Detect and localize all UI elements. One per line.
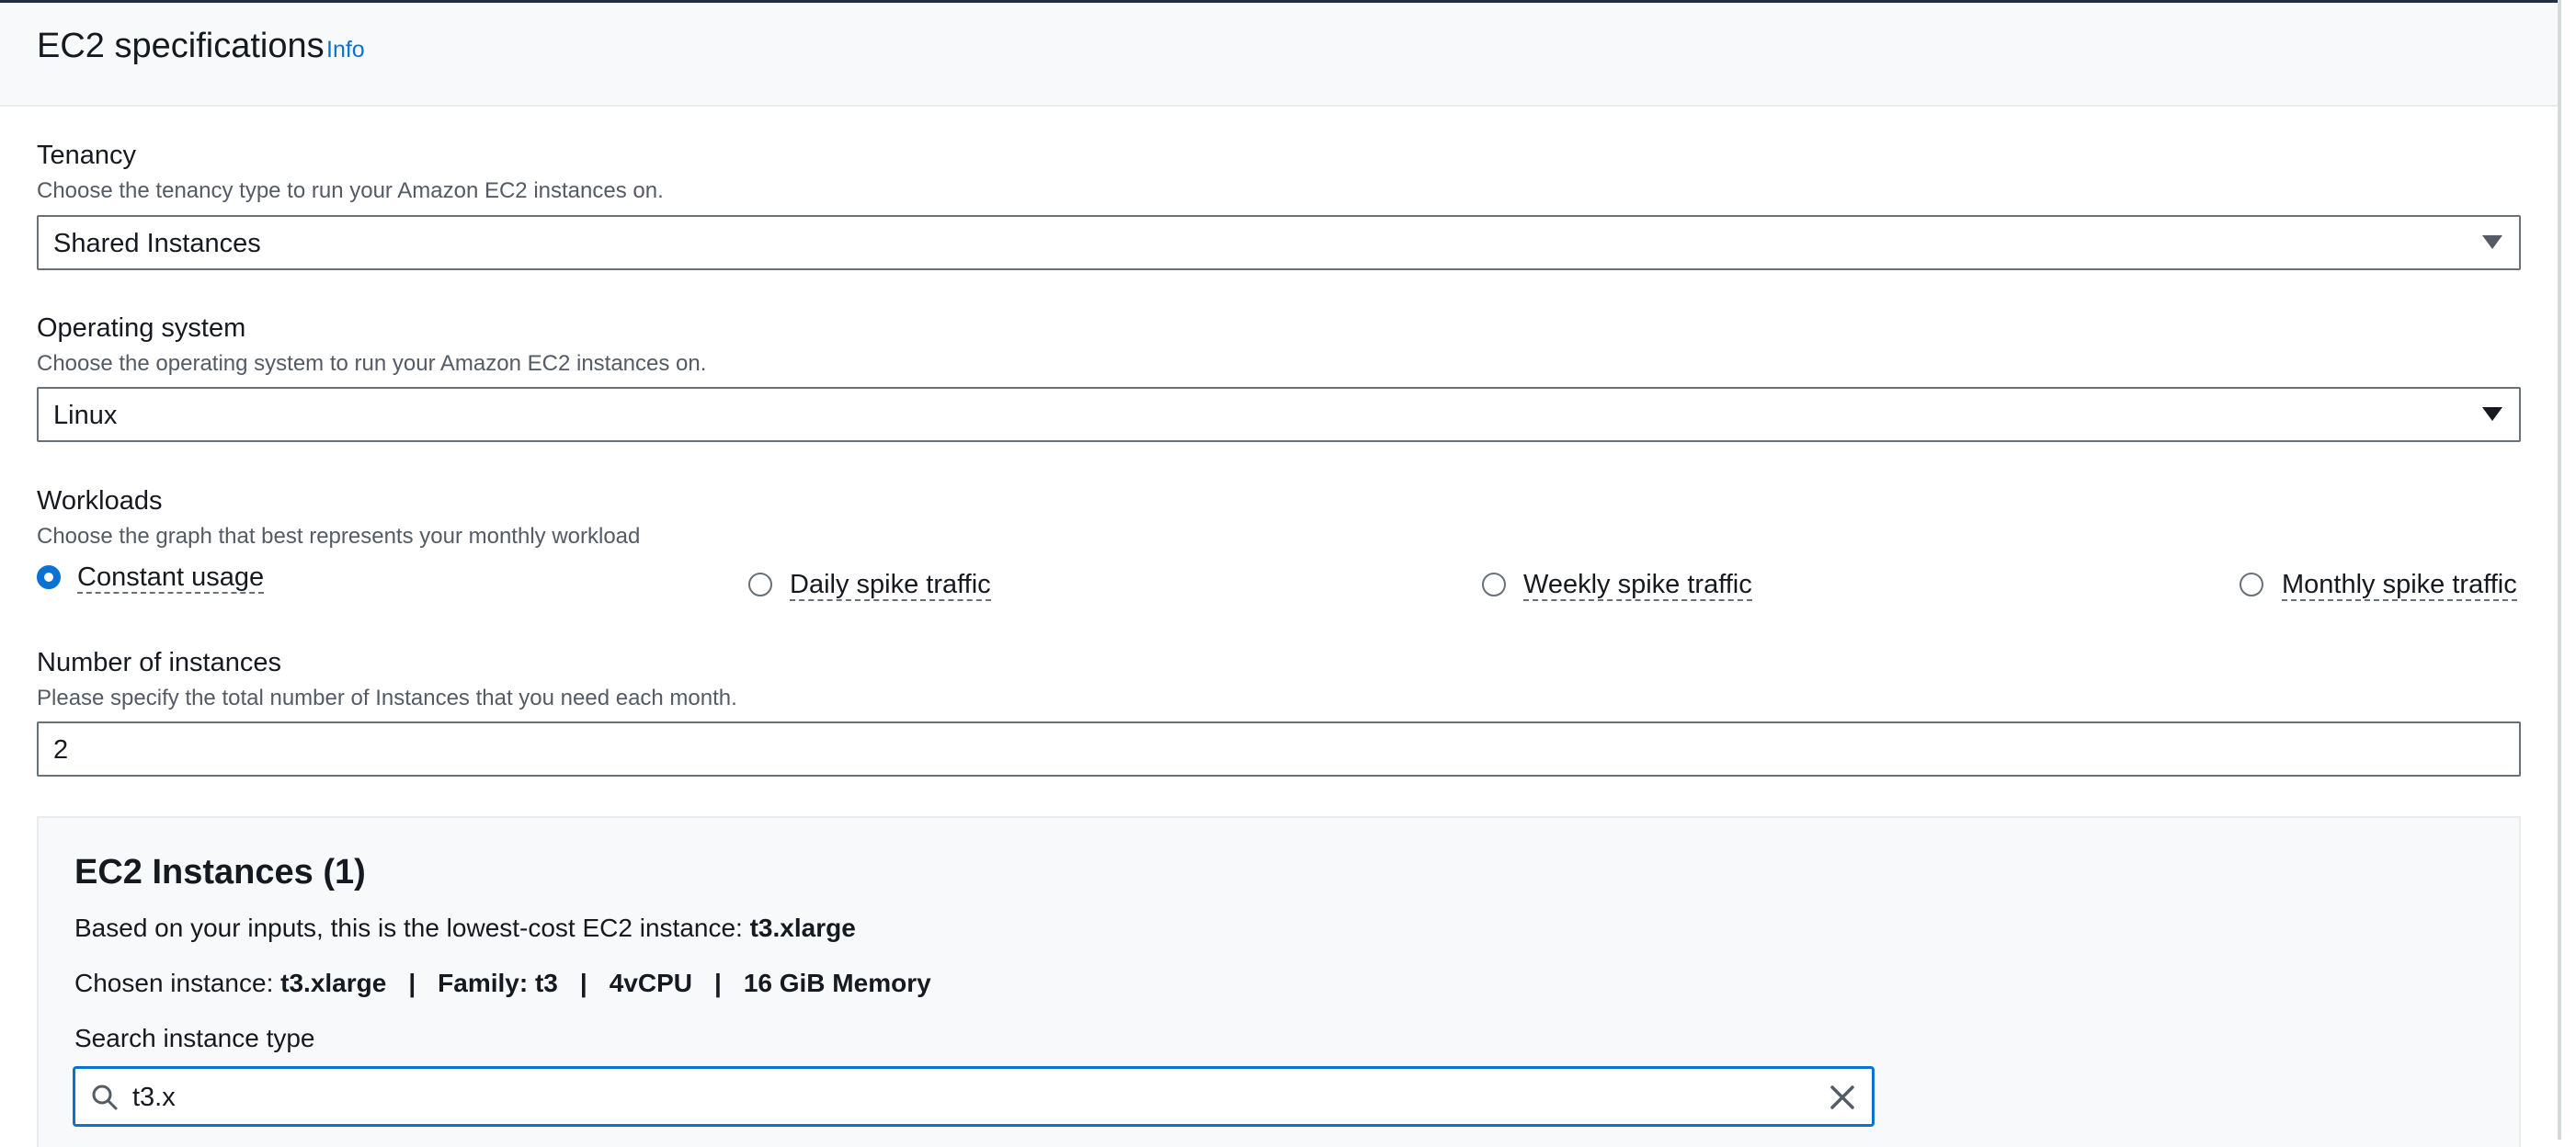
radio-checked-icon bbox=[37, 565, 61, 589]
separator: | bbox=[713, 969, 722, 997]
radio-label: Monthly spike traffic bbox=[2282, 570, 2517, 601]
radio-unchecked-icon bbox=[2240, 573, 2263, 596]
instances-count-value: 2 bbox=[53, 735, 69, 765]
instances-count-description: Please specify the total number of Insta… bbox=[37, 686, 737, 710]
instance-family: Family: t3 bbox=[438, 969, 558, 997]
radio-weekly-spike[interactable]: Weekly spike traffic bbox=[1482, 562, 1776, 608]
radio-label: Daily spike traffic bbox=[790, 570, 991, 601]
tenancy-select[interactable]: Shared Instances bbox=[37, 215, 2521, 270]
workloads-description: Choose the graph that best represents yo… bbox=[37, 524, 641, 549]
section-header: EC2 specifications Info bbox=[0, 3, 2558, 107]
radio-unchecked-icon bbox=[748, 573, 772, 596]
lowest-cost-text: Based on your inputs, this is the lowest… bbox=[74, 914, 743, 942]
separator: | bbox=[408, 969, 416, 997]
search-instance-label: Search instance type bbox=[74, 1024, 315, 1052]
close-icon[interactable] bbox=[1826, 1081, 1859, 1114]
radio-constant-usage[interactable]: Constant usage bbox=[37, 562, 276, 608]
os-label: Operating system bbox=[37, 313, 246, 343]
right-gutter bbox=[2561, 0, 2576, 1140]
radio-daily-spike[interactable]: Daily spike traffic bbox=[748, 562, 1024, 608]
os-selected-value: Linux bbox=[53, 401, 118, 430]
info-link[interactable]: Info bbox=[326, 37, 365, 63]
radio-unchecked-icon bbox=[1482, 573, 1506, 596]
instances-count-label: Number of instances bbox=[37, 648, 281, 677]
instance-memory: 16 GiB Memory bbox=[743, 969, 931, 997]
chosen-instance-name: t3.xlarge bbox=[280, 969, 387, 997]
ec2-instances-panel: EC2 Instances (1) Based on your inputs, … bbox=[37, 816, 2521, 1147]
page-title: EC2 specifications bbox=[37, 27, 325, 65]
workloads-radio-group: Constant usage Daily spike traffic Weekl… bbox=[37, 562, 2521, 608]
instances-count-input[interactable]: 2 bbox=[37, 721, 2521, 777]
instance-vcpu: 4vCPU bbox=[609, 969, 692, 997]
ec2-instances-title: EC2 Instances (1) bbox=[74, 853, 366, 891]
page: EC2 specifications Info Tenancy Choose t… bbox=[0, 0, 2558, 1147]
workloads-label: Workloads bbox=[37, 486, 163, 516]
lowest-cost-line: Based on your inputs, this is the lowest… bbox=[74, 914, 856, 943]
chosen-instance-line: Chosen instance: t3.xlarge | Family: t3 | 4v… bbox=[74, 969, 931, 998]
separator: | bbox=[579, 969, 587, 997]
tenancy-label: Tenancy bbox=[37, 141, 137, 170]
radio-monthly-spike[interactable]: Monthly spike traffic bbox=[2240, 562, 2521, 608]
radio-label: Weekly spike traffic bbox=[1523, 570, 1752, 601]
caret-down-icon bbox=[2482, 407, 2502, 421]
radio-label: Constant usage bbox=[77, 562, 265, 594]
caret-down-icon bbox=[2482, 235, 2502, 249]
lowest-cost-instance: t3.xlarge bbox=[749, 914, 856, 942]
tenancy-selected-value: Shared Instances bbox=[53, 229, 261, 258]
search-icon bbox=[92, 1085, 118, 1110]
tenancy-description: Choose the tenancy type to run your Amaz… bbox=[37, 178, 664, 203]
os-select[interactable]: Linux bbox=[37, 387, 2521, 442]
search-instance-input[interactable]: t3.x bbox=[73, 1066, 1875, 1127]
search-value: t3.x bbox=[132, 1083, 176, 1112]
chosen-instance-prefix: Chosen instance: bbox=[74, 969, 274, 997]
os-description: Choose the operating system to run your … bbox=[37, 351, 707, 376]
